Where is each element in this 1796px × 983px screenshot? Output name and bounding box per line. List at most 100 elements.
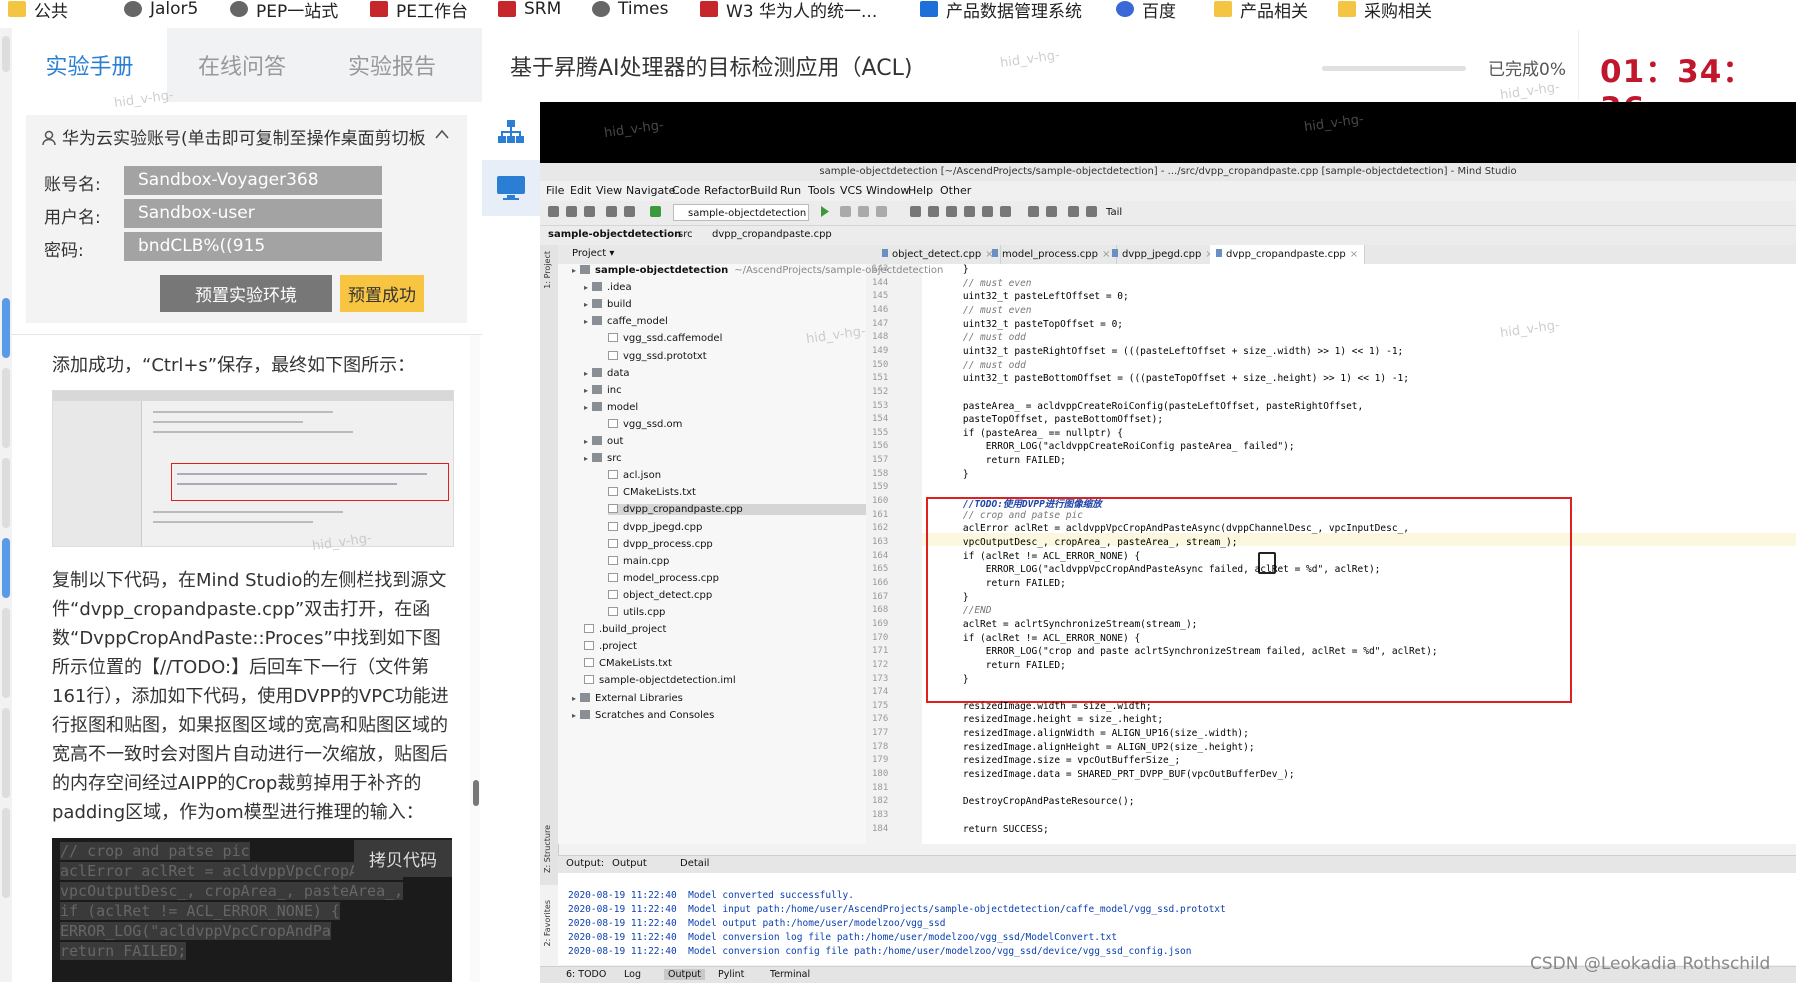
stop-icon[interactable]	[876, 206, 887, 217]
menu-item[interactable]: File	[546, 184, 564, 197]
tab-detail[interactable]: Detail	[680, 858, 709, 869]
tree-file[interactable]: acl.json	[608, 470, 661, 481]
tree-file[interactable]: vgg_ssd.om	[608, 418, 682, 430]
preset-env-button[interactable]: 预置实验环境	[160, 275, 332, 312]
pylint-tab[interactable]: Pylint	[718, 969, 744, 980]
editor-tab[interactable]: model_process.cpp ×	[986, 245, 1118, 264]
tab-qa[interactable]: 在线问答	[167, 28, 317, 102]
tool-icon[interactable]	[1000, 206, 1011, 217]
tree-folder[interactable]: ▸ External Libraries	[572, 692, 683, 704]
tool-icon[interactable]	[1068, 206, 1079, 217]
bookmark-item[interactable]: PE工作台	[370, 0, 468, 22]
bookmark-item[interactable]: PEP一站式	[230, 0, 338, 22]
tree-file[interactable]: vgg_ssd.prototxt	[608, 350, 707, 362]
tree-file[interactable]: object_detect.cpp	[608, 589, 712, 601]
tree-file[interactable]: sample-objectdetection.iml	[584, 675, 736, 686]
tree-folder[interactable]: ▸ data	[584, 367, 630, 379]
breadcrumb-file[interactable]: dvpp_cropandpaste.cpp	[712, 229, 832, 240]
tree-file[interactable]: dvpp_jpegd.cpp	[608, 521, 702, 533]
tab-report[interactable]: 实验报告	[317, 28, 467, 102]
tree-file[interactable]: .project	[584, 641, 637, 652]
menu-item[interactable]: Refactor	[704, 184, 750, 197]
menu-item[interactable]: Run	[780, 184, 801, 197]
tool-icon[interactable]	[964, 206, 975, 217]
panel-scroll-thumb[interactable]	[473, 780, 479, 806]
tree-folder[interactable]: ▸ src	[584, 453, 622, 464]
tool-icon[interactable]	[928, 206, 939, 217]
open-icon[interactable]	[548, 206, 559, 217]
bookmark-item[interactable]: 产品数据管理系统	[920, 0, 1082, 22]
screenshot-thumbnail[interactable]	[52, 390, 454, 547]
bookmark-item[interactable]: W3 华为人的统一...	[700, 0, 877, 22]
menu-item[interactable]: Build	[750, 184, 778, 197]
panel-scrollbar[interactable]	[470, 335, 480, 982]
search-icon[interactable]	[1086, 206, 1097, 217]
edge-tab[interactable]	[2, 708, 10, 798]
editor-tab[interactable]: dvpp_jpegd.cpp×	[1106, 245, 1221, 264]
menu-item[interactable]: Other	[940, 184, 971, 197]
run-config-select[interactable]: sample-objectdetection	[673, 204, 809, 221]
output-tab[interactable]: Output	[664, 969, 705, 980]
terminal-tab[interactable]: Terminal	[770, 969, 810, 980]
bookmark-item[interactable]: 采购相关	[1338, 0, 1432, 22]
settings-icon[interactable]	[1028, 206, 1039, 217]
tree-folder[interactable]: ▸ model	[584, 401, 638, 413]
menu-item[interactable]: Code	[672, 184, 700, 197]
edge-tab[interactable]	[2, 808, 10, 898]
tool-icon[interactable]	[982, 206, 993, 217]
back-icon[interactable]	[606, 206, 617, 217]
tree-file[interactable]: main.cpp	[608, 555, 669, 567]
bookmark-item[interactable]: 产品相关	[1214, 0, 1308, 22]
account-name-value[interactable]: Sandbox-Voyager368	[124, 166, 382, 195]
tree-file[interactable]: dvpp_cropandpaste.cpp	[608, 504, 866, 516]
edge-tab[interactable]	[2, 608, 10, 698]
breadcrumb-src[interactable]: src	[678, 229, 693, 240]
tree-folder[interactable]: ▸ caffe_model	[584, 316, 668, 327]
tool-icon[interactable]	[910, 206, 921, 217]
forward-icon[interactable]	[624, 206, 635, 217]
password-value[interactable]: bndCLB%((915	[124, 232, 382, 261]
tree-file[interactable]: CMakeLists.txt	[584, 658, 672, 669]
editor-tab[interactable]: dvpp_cropandpaste.cpp ×	[1210, 245, 1366, 264]
edge-tab[interactable]	[2, 36, 10, 72]
sidebar-item-desktop[interactable]	[482, 160, 540, 216]
sync-icon[interactable]	[584, 206, 595, 217]
menu-item[interactable]: Help	[908, 184, 933, 197]
tab-output[interactable]: Output	[612, 858, 647, 869]
tool-icon[interactable]	[1046, 206, 1057, 217]
profile-icon[interactable]	[858, 206, 869, 217]
tree-file[interactable]: model_process.cpp	[608, 572, 719, 584]
menu-item[interactable]: Navigate	[626, 184, 675, 197]
bookmark-item[interactable]: 百度	[1116, 0, 1176, 22]
tree-folder[interactable]: ▸ inc	[584, 384, 622, 396]
menu-item[interactable]: Window	[866, 184, 909, 197]
menu-item[interactable]: Edit	[570, 184, 591, 197]
tree-file[interactable]: utils.cpp	[608, 607, 665, 618]
bookmark-item[interactable]: Jalor5	[124, 0, 198, 19]
preset-success-button[interactable]: 预置成功	[340, 275, 424, 312]
favorites-tool-tab[interactable]: 2: Favorites	[543, 900, 552, 946]
edge-tab[interactable]	[2, 368, 10, 448]
username-value[interactable]: Sandbox-user	[124, 199, 382, 228]
tool-icon[interactable]	[946, 206, 957, 217]
tree-file[interactable]: dvpp_process.cpp	[608, 538, 713, 550]
debug-icon[interactable]	[840, 206, 851, 217]
save-icon[interactable]	[566, 206, 577, 217]
tree-file[interactable]: vgg_ssd.caffemodel	[608, 333, 722, 344]
account-title[interactable]: 华为云实验账号(单击即可复制至操作桌面剪切板	[42, 124, 432, 149]
menu-item[interactable]: VCS	[840, 184, 862, 197]
bookmark-item[interactable]: SRM	[498, 0, 561, 19]
bookmark-item[interactable]: Times	[592, 0, 668, 19]
todo-tab[interactable]: 6: TODO	[566, 969, 606, 980]
run-icon[interactable]	[820, 206, 830, 217]
tree-folder[interactable]: ▸ out	[584, 436, 623, 447]
tree-folder[interactable]: ▸ build	[584, 299, 632, 310]
breadcrumb-project[interactable]: sample-objectdetection	[548, 229, 681, 240]
tail-button[interactable]: Tail	[1106, 207, 1122, 218]
edge-tab-active[interactable]	[2, 538, 10, 598]
structure-tool-tab[interactable]: Z: Structure	[543, 825, 552, 873]
project-view-select[interactable]: Project ▾	[572, 248, 614, 259]
chevron-up-icon[interactable]	[434, 128, 450, 140]
bookmark-item[interactable]: 公共	[8, 0, 68, 22]
tree-folder[interactable]: ▸ .idea	[584, 282, 632, 293]
